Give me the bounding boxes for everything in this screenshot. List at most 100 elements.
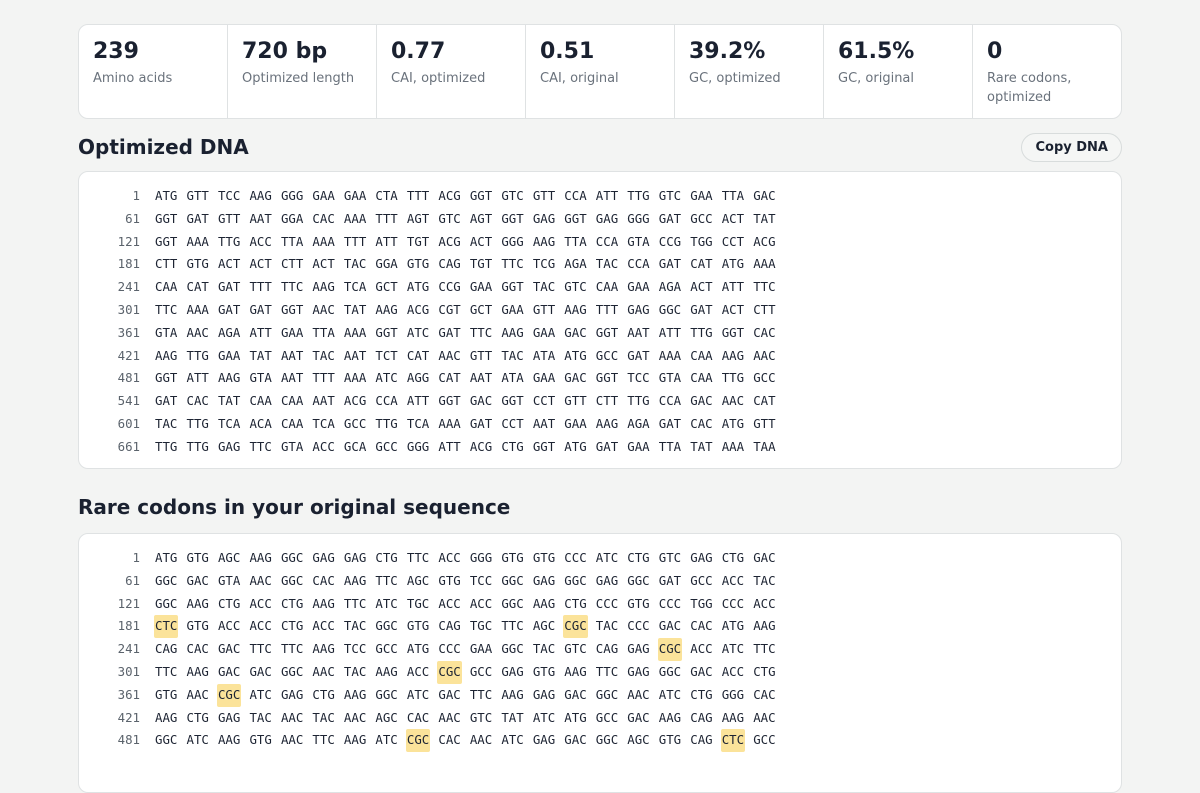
codon: GTG: [186, 618, 209, 634]
codon: TTC: [753, 279, 776, 295]
codon: GAG: [343, 550, 367, 565]
codon: ATG: [406, 641, 430, 657]
codon: TAC: [312, 709, 335, 725]
codon: GGT: [501, 393, 524, 409]
codon: CAT: [406, 347, 430, 363]
codon: TTC: [343, 595, 367, 611]
sequence-position: 301: [117, 301, 140, 317]
codon: TTC: [155, 301, 178, 317]
codon: GAA: [532, 370, 556, 386]
codon: CAT: [753, 393, 776, 409]
codon: CAC: [406, 709, 430, 725]
codon: GTG: [501, 550, 524, 565]
codon: AAG: [532, 233, 556, 249]
codon: AAG: [312, 279, 335, 295]
codon: ACA: [249, 415, 272, 431]
codon: TTC: [501, 256, 524, 272]
codon: ACC: [438, 550, 461, 565]
codon: TTC: [280, 641, 304, 657]
codon: GAA: [469, 279, 493, 295]
codon: GGT: [280, 301, 304, 317]
codon: GGC: [595, 732, 619, 748]
codon: ATC: [406, 324, 430, 340]
copy-dna-button[interactable]: Copy DNA: [1021, 132, 1122, 162]
codon: GGT: [721, 324, 745, 340]
codon: CTT: [595, 393, 619, 409]
codon: GAA: [343, 188, 367, 203]
codon: GAT: [469, 415, 493, 431]
codon: GGC: [658, 301, 682, 317]
codon: GAA: [217, 347, 241, 363]
codon: GTA: [249, 370, 272, 386]
codon: GGC: [280, 663, 304, 679]
codon: CAG: [438, 256, 461, 272]
codon: CTG: [217, 595, 241, 611]
codon: TTG: [186, 438, 209, 454]
codon: CTG: [753, 663, 776, 679]
codon: TTC: [753, 641, 776, 657]
codon: CCC: [658, 595, 682, 611]
codon: AAA: [343, 324, 367, 340]
codon: GAC: [690, 663, 713, 679]
codon: CCC: [564, 550, 587, 565]
codon: ATC: [406, 686, 430, 702]
stat-label: GC, optimized: [689, 71, 781, 86]
sequence-row: 241 CAG CAC GAC TTC TTC AAG TCC GCC ATG CCC GAA GGC T…: [79, 638, 1121, 661]
codon: GGC: [564, 572, 587, 588]
codon: GGT: [155, 233, 178, 249]
codon: GAA: [501, 301, 524, 317]
optimized-sequence-panel: 1 ATG GTT TCC AAG GGG GAA GAA CTA TTT ACG GGT GTC GTT…: [78, 171, 1122, 469]
codon: TGG: [690, 595, 713, 611]
codon: CTA: [375, 188, 398, 203]
codon: AAT: [280, 347, 304, 363]
codon: CTT: [280, 256, 304, 272]
stat-label: CAI, original: [540, 71, 619, 86]
codon: TTC: [155, 663, 178, 679]
codon: TAC: [595, 256, 619, 272]
codon: GTC: [564, 279, 587, 295]
codon: AAA: [312, 233, 335, 249]
codon: CTG: [627, 550, 650, 565]
codon: TCA: [217, 415, 241, 431]
codon: ATC: [658, 686, 682, 702]
codon: GGA: [280, 210, 304, 226]
sequence-row: 61 GGC GAC GTA AAC GGC CAC AAG TTC AGC GTG TCC GGC GA…: [79, 570, 1121, 593]
codon: CAG: [595, 641, 619, 657]
sequence-row: 301 TTC AAG GAC GAC GGC AAC TAC AAG ACC CGC GCC GAG G…: [79, 660, 1121, 684]
codon: AAG: [564, 301, 587, 317]
codon: AAC: [186, 686, 209, 702]
codon: AAG: [375, 301, 398, 317]
codon: GCC: [375, 641, 398, 657]
sequence-row: 181 CTC GTG ACC ACC CTG ACC TAC GGC GTG CAG TGC TTC A…: [79, 615, 1121, 639]
stat-value: 239: [93, 39, 139, 64]
codon: ATG: [155, 550, 178, 565]
codon: GTC: [564, 641, 587, 657]
codon: ATG: [406, 279, 430, 295]
codon: GGC: [627, 572, 650, 588]
codon: GGG: [406, 438, 430, 454]
codon: ATC: [501, 732, 524, 748]
codon: GAA: [469, 641, 493, 657]
codon: GGC: [375, 618, 398, 634]
codon: GAC: [690, 393, 713, 409]
codon: GAC: [627, 709, 650, 725]
sequence-position: 601: [117, 415, 140, 431]
codon: AAG: [595, 415, 619, 431]
codon: GAT: [690, 301, 713, 317]
codon: GGG: [280, 188, 304, 203]
codon: CAA: [155, 279, 178, 295]
codon: GCA: [343, 438, 367, 454]
sequence-row: 421 AAG TTG GAA TAT AAT TAC AAT TCT CAT AAC GTT TAC A…: [79, 345, 1121, 368]
codon: GCC: [343, 415, 367, 431]
codon: GGT: [155, 210, 178, 226]
sequence-position: 241: [117, 641, 140, 657]
codon: TAT: [690, 438, 713, 454]
codon: CAA: [690, 370, 713, 386]
stat-label: Rare codons, optimized: [987, 71, 1072, 105]
codon: GAG: [217, 438, 241, 454]
codon: ACG: [438, 188, 461, 203]
stats-panel: 239 Amino acids 720 bp Optimized length …: [78, 24, 1122, 119]
sequence-position: 121: [117, 595, 140, 611]
codon: GCC: [595, 347, 619, 363]
codon: TAC: [343, 663, 367, 679]
